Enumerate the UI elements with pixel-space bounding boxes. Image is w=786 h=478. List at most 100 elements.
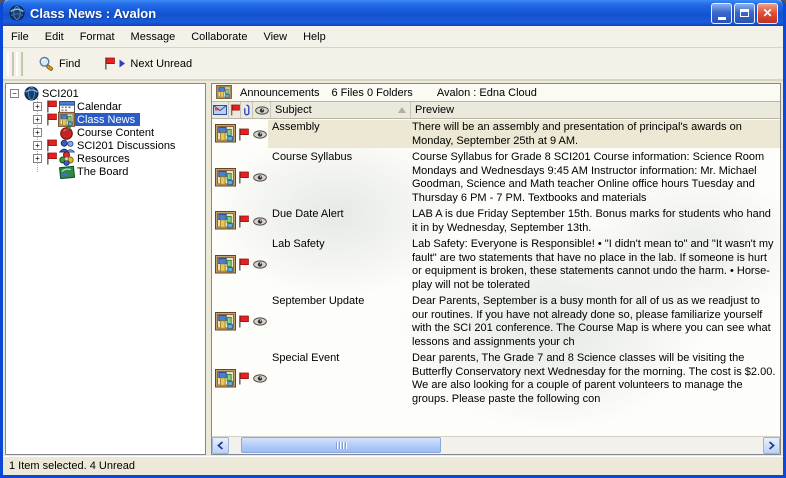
message-viewed-cell: [252, 351, 268, 406]
message-subject: Course Syllabus: [268, 150, 408, 205]
main-area: − SCI201 + Calendar+Class News+Course Con…: [3, 81, 783, 456]
expand-icon[interactable]: +: [33, 102, 42, 111]
tree-item-label: Calendar: [75, 101, 124, 113]
file-folder-counts: 6 Files 0 Folders: [332, 87, 413, 99]
message-flag-cell: [238, 120, 252, 148]
minimize-button[interactable]: [711, 3, 732, 24]
message-row[interactable]: Due Date AlertLAB A is due Friday Septem…: [212, 206, 780, 236]
message-preview: Dear parents, The Grade 7 and 8 Science …: [408, 351, 780, 406]
column-header-row: Subject Preview: [212, 102, 780, 119]
bulletin-board-icon: [215, 369, 236, 389]
message-subject: Special Event: [268, 351, 408, 406]
message-row[interactable]: AssemblyThere will be an assembly and pr…: [212, 119, 780, 149]
maximize-button[interactable]: [734, 3, 755, 24]
message-row[interactable]: Course SyllabusCourse Syllabus for Grade…: [212, 149, 780, 206]
column-subject[interactable]: Subject: [271, 102, 411, 118]
expand-icon[interactable]: +: [33, 141, 42, 150]
next-unread-button-label: Next Unread: [130, 58, 192, 70]
column-flag[interactable]: [229, 102, 241, 118]
tree-item-label: SCI201 Discussions: [75, 140, 177, 152]
conference-tree: − SCI201 + Calendar+Class News+Course Con…: [5, 83, 206, 455]
message-icon-cell: [212, 150, 238, 205]
envelope-icon: [213, 105, 227, 115]
tree-root-sci201[interactable]: − SCI201: [6, 87, 205, 100]
column-attachment[interactable]: [241, 102, 253, 118]
flag-icon: [238, 171, 249, 184]
preview-column-label: Preview: [415, 104, 454, 116]
message-list: AssemblyThere will be an assembly and pr…: [212, 119, 780, 436]
eye-icon: [253, 173, 267, 182]
close-icon: ✕: [762, 7, 772, 19]
menu-format[interactable]: Format: [72, 28, 123, 46]
tree-item-label: Resources: [75, 153, 132, 165]
status-text: 1 Item selected. 4 Unread: [9, 460, 135, 472]
collapse-icon[interactable]: −: [10, 89, 19, 98]
message-viewed-cell: [252, 150, 268, 205]
unread-flag-slot: [44, 100, 58, 113]
toolbar-grip[interactable]: [7, 52, 14, 76]
bulletin-board-icon: [215, 255, 236, 275]
panel-location: Avalon : Edna Cloud: [437, 87, 537, 99]
menu-file[interactable]: File: [3, 28, 37, 46]
horizontal-scrollbar[interactable]: [212, 436, 780, 454]
tree-item-the-board[interactable]: The Board: [6, 165, 205, 178]
tree-item-course-content[interactable]: +Course Content: [6, 126, 205, 139]
message-row[interactable]: September UpdateDear Parents, September …: [212, 293, 780, 350]
column-viewed[interactable]: [253, 102, 271, 118]
expand-icon[interactable]: +: [33, 115, 42, 124]
column-preview[interactable]: Preview: [411, 102, 780, 118]
tree-item-class-news[interactable]: +Class News: [6, 113, 205, 126]
message-icon-cell: [212, 294, 238, 349]
message-flag-cell: [238, 150, 252, 205]
message-subject: Due Date Alert: [268, 207, 408, 235]
paperclip-icon: [242, 104, 251, 117]
flag-icon: [238, 258, 249, 271]
message-icon-cell: [212, 237, 238, 292]
message-viewed-cell: [252, 120, 268, 148]
tree-item-sci201-discussions[interactable]: + SCI201 Discussions: [6, 139, 205, 152]
message-flag-cell: [238, 237, 252, 292]
menubar: File Edit Format Message Collaborate Vie…: [3, 26, 783, 48]
message-flag-cell: [238, 207, 252, 235]
sort-ascending-icon: [398, 107, 406, 113]
scroll-left-button[interactable]: [212, 437, 229, 454]
menu-message[interactable]: Message: [123, 28, 184, 46]
menu-view[interactable]: View: [255, 28, 295, 46]
scroll-right-button[interactable]: [763, 437, 780, 454]
flag-icon: [230, 104, 240, 116]
minimize-icon: [718, 17, 726, 20]
message-row[interactable]: Special EventDear parents, The Grade 7 a…: [212, 350, 780, 407]
expand-icon[interactable]: +: [33, 128, 42, 137]
unread-flag-slot: [44, 113, 58, 126]
tree-item-label: The Board: [75, 166, 130, 178]
menu-edit[interactable]: Edit: [37, 28, 72, 46]
panel-title: Announcements: [240, 87, 320, 99]
flag-icon: [238, 315, 249, 328]
message-flag-cell: [238, 351, 252, 406]
flag-icon: [46, 152, 57, 165]
unread-flag-slot: [44, 139, 58, 152]
column-envelope[interactable]: [212, 102, 229, 118]
expand-icon[interactable]: +: [33, 154, 42, 163]
eye-icon: [253, 374, 267, 383]
close-button[interactable]: ✕: [757, 3, 778, 24]
message-subject: Assembly: [268, 120, 408, 148]
app-window: Class News : Avalon ✕ File Edit Format M…: [0, 0, 786, 478]
find-button[interactable]: Find: [33, 53, 85, 75]
next-unread-button[interactable]: Next Unread: [99, 54, 197, 73]
toolbar-grip-2[interactable]: [16, 52, 23, 76]
message-viewed-cell: [252, 237, 268, 292]
scrollbar-track[interactable]: [229, 437, 763, 454]
maximize-icon: [740, 9, 749, 17]
menu-collaborate[interactable]: Collaborate: [183, 28, 255, 46]
message-row[interactable]: Lab SafetyLab Safety: Everyone is Respon…: [212, 236, 780, 293]
menu-help[interactable]: Help: [295, 28, 334, 46]
tree-item-resources[interactable]: + Resources: [6, 152, 205, 165]
expand-icon[interactable]: [33, 167, 42, 176]
flag-icon: [238, 372, 249, 385]
tree-item-calendar[interactable]: + Calendar: [6, 100, 205, 113]
app-globe-icon: [9, 5, 25, 21]
titlebar: Class News : Avalon ✕: [3, 0, 783, 26]
scrollbar-thumb[interactable]: [241, 437, 441, 453]
panel-info-bar: Announcements 6 Files 0 Folders Avalon :…: [212, 84, 780, 102]
